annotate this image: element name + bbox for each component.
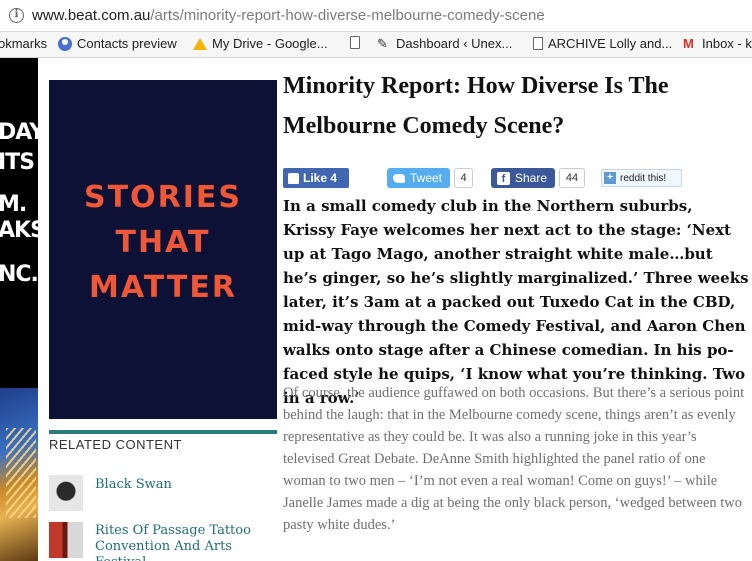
bookmark-label: Contacts preview xyxy=(77,36,177,51)
facebook-icon: f xyxy=(497,171,510,185)
bookmark-item-inbox[interactable]: M Inbox - k xyxy=(683,36,752,51)
article-headline: Minority Report: How Diverse Is The Melb… xyxy=(283,73,669,139)
bookmark-item-dashboard[interactable]: ✎ Dashboard ‹ Unex... xyxy=(377,36,512,51)
address-bar[interactable]: i www.beat.com.au/arts/minority-report-h… xyxy=(0,0,752,32)
bookmark-label: My Drive - Google... xyxy=(212,36,328,51)
bookmark-item-drive[interactable]: My Drive - Google... xyxy=(193,36,328,51)
bookmark-item-page[interactable] xyxy=(350,36,360,49)
ad-text-line: DAY xyxy=(0,120,38,145)
url-host: www.beat.com.au xyxy=(32,7,151,24)
reddit-label: reddit this! xyxy=(620,172,667,184)
related-content-heading: RELATED CONTENT xyxy=(49,437,182,452)
thumbs-up-icon xyxy=(288,172,299,184)
article: Minority Report: How Diverse Is The Melb… xyxy=(283,66,749,533)
related-link[interactable]: Rites Of Passage Tattoo Convention And A… xyxy=(95,523,279,561)
url-path: /arts/minority-report-how-diverse-melbou… xyxy=(150,7,545,24)
feature-line: THAT xyxy=(115,225,211,260)
page-icon xyxy=(533,37,543,50)
bookmark-item-contacts[interactable]: Contacts preview xyxy=(58,36,177,51)
bookmark-item-bookmarks[interactable]: okmarks xyxy=(0,36,47,51)
related-thumbnail[interactable] xyxy=(49,475,83,511)
like-label: Like 4 xyxy=(303,171,338,185)
page-icon xyxy=(350,36,360,49)
article-body: Of course, the audience guffawed on both… xyxy=(283,385,745,533)
bookmarks-bar: okmarks Contacts preview My Drive - Goog… xyxy=(0,32,752,58)
url-text[interactable]: www.beat.com.au/arts/minority-report-how… xyxy=(32,7,545,24)
related-item[interactable]: Rites Of Passage Tattoo Convention And A… xyxy=(49,522,279,561)
share-label: Share xyxy=(515,171,548,185)
tweet-count: 4 xyxy=(454,168,473,188)
related-thumbnail[interactable] xyxy=(49,522,83,558)
ad-text-line: AKS. xyxy=(0,218,38,243)
tweet-button[interactable]: Tweet xyxy=(387,168,450,188)
feature-ad-banner[interactable]: STORIES THAT MATTER xyxy=(49,80,277,419)
article-lede: In a small comedy club in the Northern s… xyxy=(283,197,749,407)
bookmark-item-archive[interactable]: ARCHIVE Lolly and... xyxy=(533,36,672,51)
ad-text-line: M. xyxy=(0,192,27,217)
info-icon[interactable]: i xyxy=(9,8,24,23)
facebook-like-button[interactable]: Like 4 xyxy=(283,168,349,188)
person-icon xyxy=(58,36,72,51)
dashboard-icon: ✎ xyxy=(377,35,388,51)
related-divider xyxy=(49,430,277,434)
bookmark-label: okmarks xyxy=(0,36,48,51)
ad-text-line: NC. xyxy=(0,262,38,287)
bookmark-label: Dashboard ‹ Unex... xyxy=(396,36,513,51)
ad-image-detail xyxy=(6,428,36,518)
bookmark-label: ARCHIVE Lolly and... xyxy=(548,36,673,51)
facebook-share-button[interactable]: f Share xyxy=(491,168,555,188)
reddit-button[interactable]: + reddit this! xyxy=(601,169,682,187)
bookmark-label: Inbox - k xyxy=(702,36,752,51)
drive-icon xyxy=(193,37,207,50)
ad-text-line: ITS xyxy=(0,150,35,175)
gmail-icon: M xyxy=(683,35,694,51)
feature-ad-text: STORIES THAT MATTER xyxy=(49,175,277,310)
tweet-label: Tweet xyxy=(410,171,443,185)
share-count: 44 xyxy=(559,168,585,188)
twitter-bird-icon xyxy=(393,173,405,183)
feature-line: STORIES xyxy=(84,180,242,215)
left-ad-banner[interactable]: DAY ITS M. AKS. NC. xyxy=(0,58,38,561)
page-content: DAY ITS M. AKS. NC. STORIES THAT MATTER … xyxy=(0,58,752,561)
reddit-plus-icon: + xyxy=(604,172,616,184)
related-item[interactable]: Black Swan xyxy=(49,475,279,511)
related-link[interactable]: Black Swan xyxy=(95,477,279,493)
feature-line: MATTER xyxy=(89,270,237,305)
